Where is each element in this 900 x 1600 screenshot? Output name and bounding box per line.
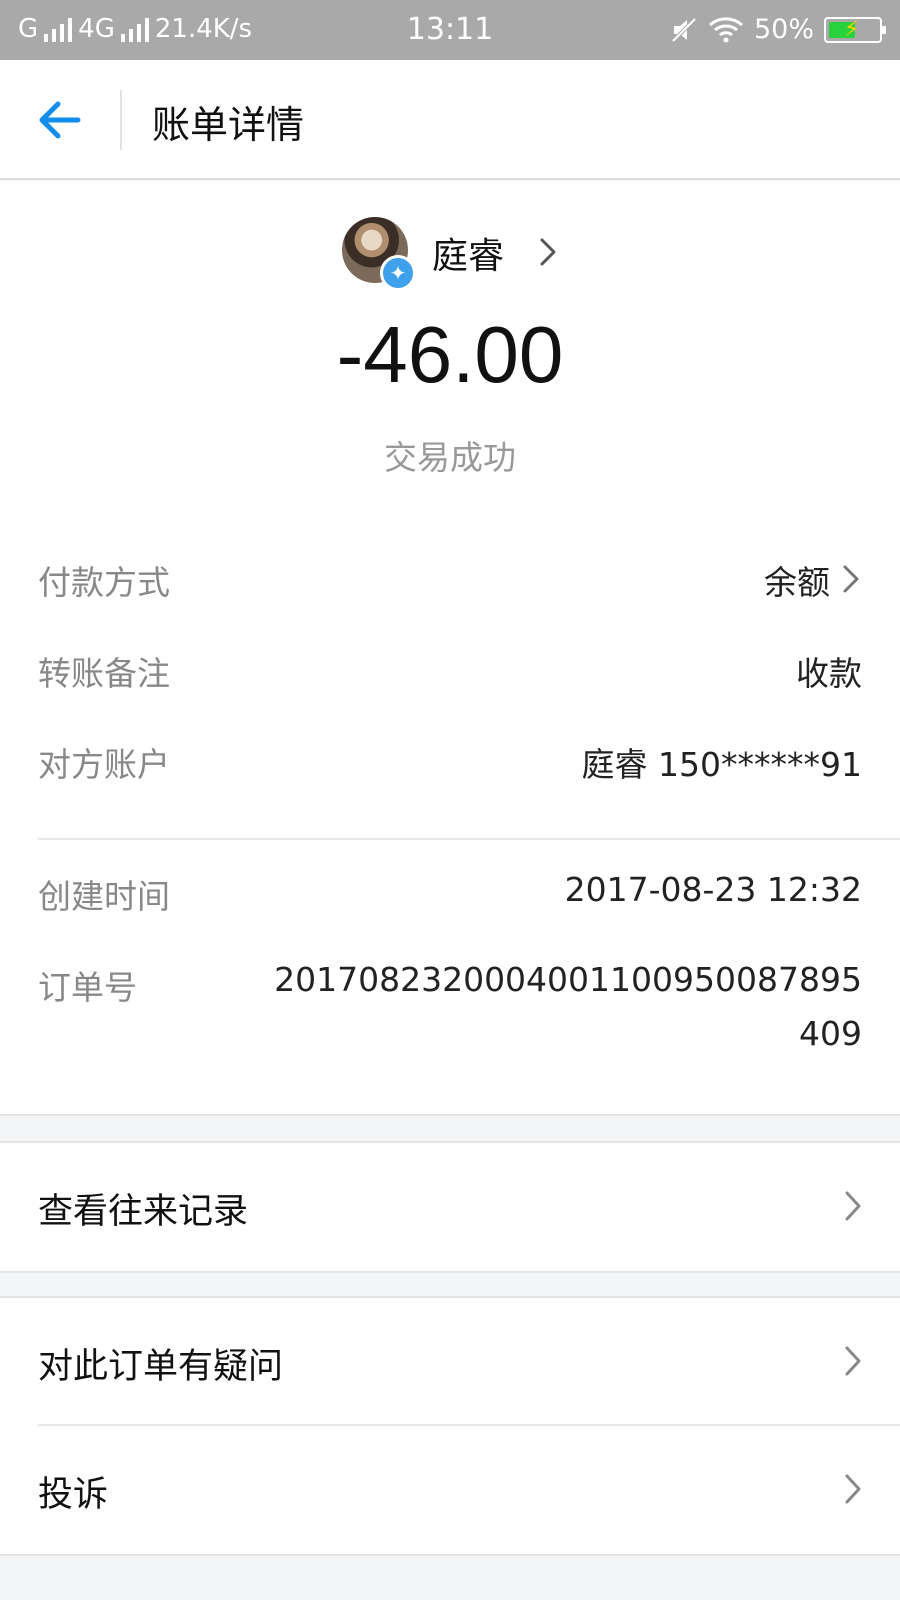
status-bar: G 4G 21.4K/s 13:11 50% ⚡ xyxy=(0,0,900,60)
remark-label: 转账备注 xyxy=(38,654,170,693)
created-time-label: 创建时间 xyxy=(38,877,170,916)
nav-bar: 账单详情 xyxy=(0,60,900,180)
amount: -46.00 xyxy=(336,310,564,399)
transaction-status: 交易成功 xyxy=(384,438,516,477)
history-section: 查看往来记录 xyxy=(0,1141,900,1273)
complaint-item[interactable]: 投诉 xyxy=(0,1426,900,1554)
battery-icon: ⚡ xyxy=(824,16,886,43)
remark-value: 收款 xyxy=(796,654,862,693)
avatar: ✦ xyxy=(342,217,416,291)
page-title: 账单详情 xyxy=(152,103,305,147)
chevron-right-icon xyxy=(843,565,859,593)
created-time-value: 2017-08-23 12:32 xyxy=(564,870,862,909)
divider xyxy=(38,838,900,840)
order-number-row: 订单号 2017082320004001100950087895 409 xyxy=(38,953,862,1063)
remark-row: 转账备注 收款 xyxy=(38,647,862,697)
order-number-value: 2017082320004001100950087895 409 xyxy=(202,953,862,1061)
order-number-line-2: 409 xyxy=(799,1014,862,1053)
view-history-label: 查看往来记录 xyxy=(38,1192,249,1232)
payee-link[interactable]: ✦ 庭睿 xyxy=(340,217,600,297)
back-arrow-icon[interactable] xyxy=(30,90,90,150)
sparkle-icon: ✦ xyxy=(380,255,416,291)
order-number-label: 订单号 xyxy=(38,968,137,1007)
order-question-label: 对此订单有疑问 xyxy=(38,1347,284,1387)
bill-detail-card: ✦ 庭睿 -46.00 交易成功 付款方式 余额 转账备注 收款 对方账户 庭睿… xyxy=(0,181,900,1116)
order-question-item[interactable]: 对此订单有疑问 xyxy=(0,1298,900,1426)
wifi-icon xyxy=(708,16,743,42)
battery-percent: 50% xyxy=(753,14,814,45)
chevron-right-icon xyxy=(845,1191,861,1221)
view-history-item[interactable]: 查看往来记录 xyxy=(0,1143,900,1271)
complaint-label: 投诉 xyxy=(38,1475,109,1515)
payment-method-row[interactable]: 付款方式 余额 xyxy=(38,556,862,606)
chevron-right-icon xyxy=(845,1346,861,1376)
chevron-right-icon xyxy=(540,238,556,266)
account-label: 对方账户 xyxy=(38,745,170,784)
account-value: 庭睿 150******91 xyxy=(581,745,862,784)
payment-method-label: 付款方式 xyxy=(38,563,170,602)
order-number-line-1: 2017082320004001100950087895 xyxy=(274,960,862,999)
status-icons: 50% ⚡ xyxy=(670,14,886,45)
created-time-row: 创建时间 2017-08-23 12:32 xyxy=(38,870,862,920)
payment-method-value: 余额 xyxy=(764,563,830,602)
nav-divider xyxy=(120,90,122,150)
help-section: 对此订单有疑问 投诉 xyxy=(0,1296,900,1556)
account-row: 对方账户 庭睿 150******91 xyxy=(38,738,862,788)
chevron-right-icon xyxy=(845,1474,861,1504)
payee-name: 庭睿 xyxy=(432,236,505,277)
mute-icon xyxy=(671,17,697,42)
